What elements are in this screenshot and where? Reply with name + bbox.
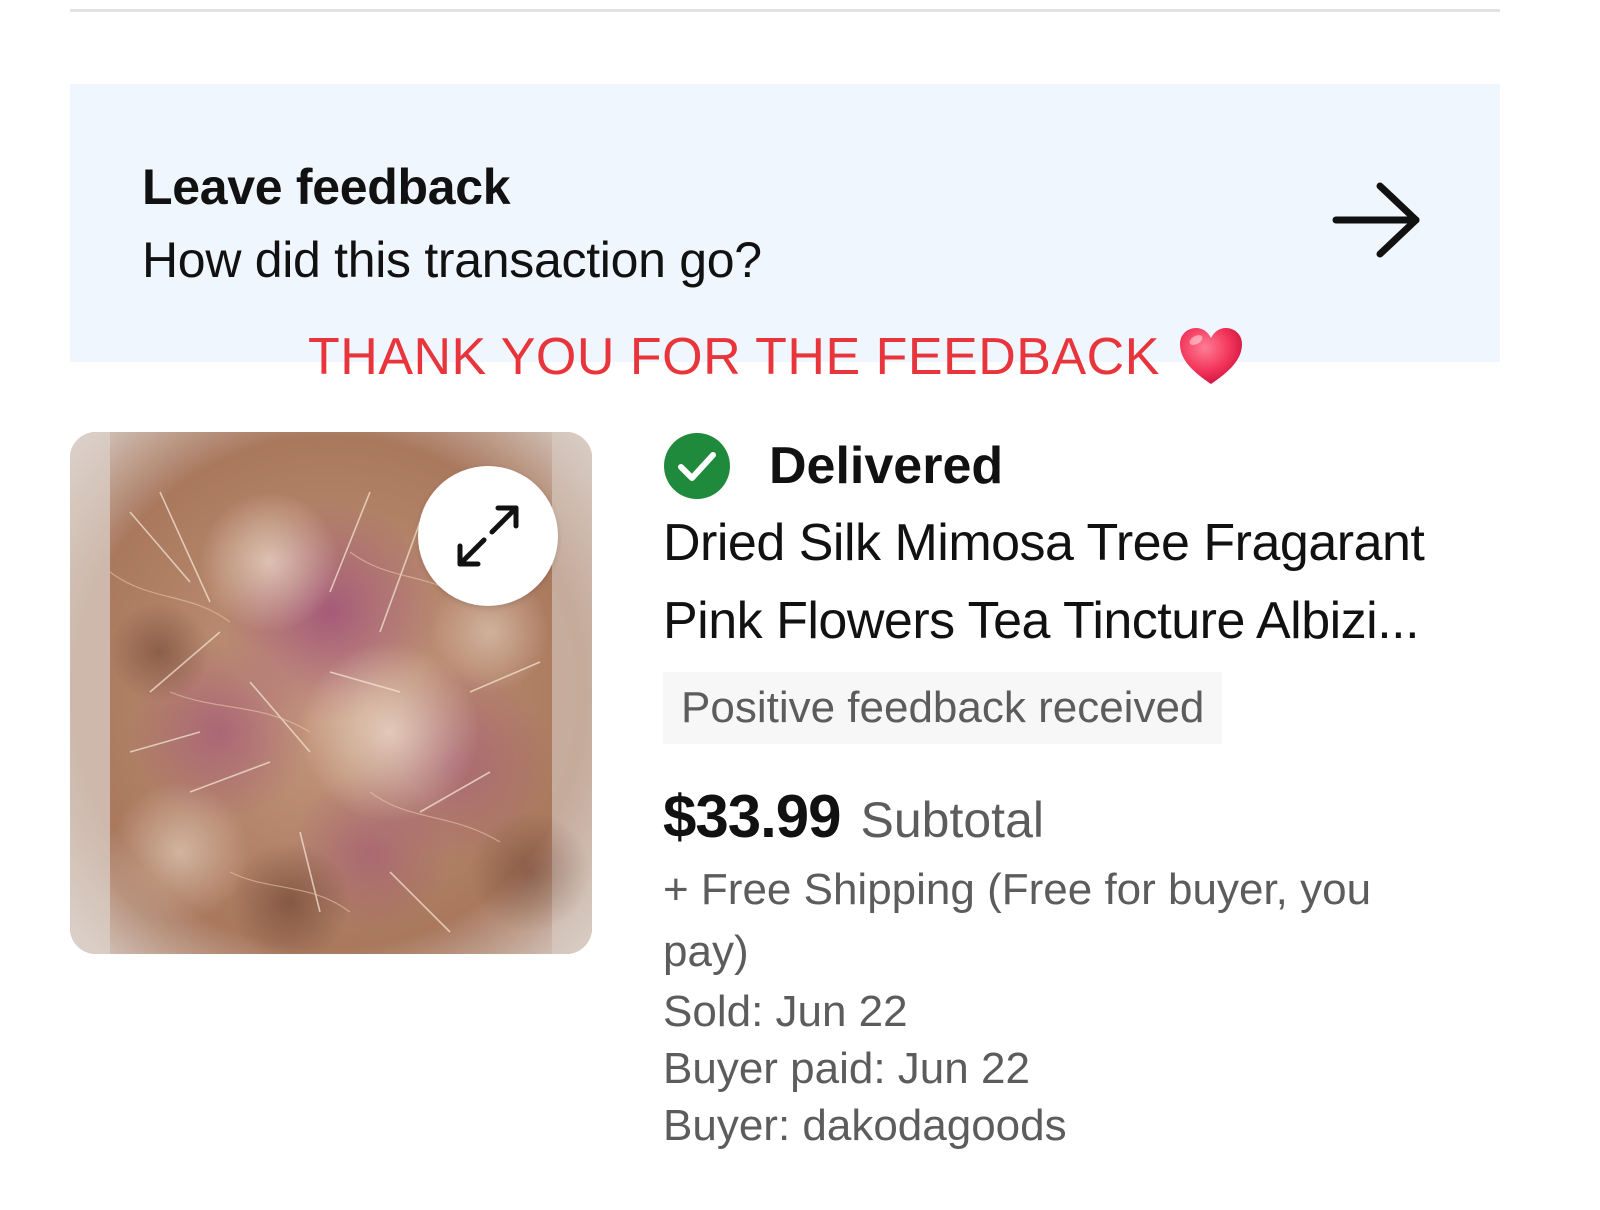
item-title-link[interactable]: Dried Silk Mimosa Tree Fragarant Pink Fl… (663, 504, 1503, 660)
product-image[interactable] (70, 432, 592, 954)
expand-image-button[interactable] (418, 466, 558, 606)
item-title-line-1: Dried Silk Mimosa Tree Fragarant (663, 514, 1425, 572)
shipping-info: + Free Shipping (Free for buyer, you pay… (663, 865, 1372, 976)
arrow-right-icon[interactable] (1332, 180, 1424, 260)
thank-you-text: THANK YOU FOR THE FEEDBACK (308, 328, 1160, 386)
buyer-paid-date: Buyer paid: Jun 22 (663, 1044, 1030, 1093)
leave-feedback-banner[interactable]: Leave feedback How did this transaction … (70, 84, 1500, 362)
price: $33.99 (663, 783, 842, 850)
delivery-status: Delivered (663, 430, 1523, 502)
expand-icon (457, 505, 519, 567)
order-details: Delivered Dried Silk Mimosa Tree Fragara… (663, 430, 1523, 1154)
feedback-subtitle: How did this transaction go? (142, 232, 762, 288)
price-row: $33.99 Subtotal (663, 782, 1523, 851)
feedback-title: Leave feedback (142, 159, 511, 215)
heart-icon (1179, 328, 1242, 384)
thank-you-overlay: THANK YOU FOR THE FEEDBACK (308, 322, 1244, 392)
order-details-page: Leave feedback How did this transaction … (0, 0, 1600, 1210)
status-label: Delivered (769, 437, 1004, 495)
feedback-status-chip: Positive feedback received (663, 672, 1223, 744)
top-divider (70, 9, 1500, 12)
check-circle-icon (664, 433, 730, 499)
item-title-line-2: Pink Flowers Tea Tincture Albizi... (663, 592, 1420, 650)
buyer-name: Buyer: dakodagoods (663, 1101, 1067, 1150)
subtotal-label: Subtotal (860, 792, 1044, 848)
sold-date: Sold: Jun 22 (663, 987, 908, 1036)
